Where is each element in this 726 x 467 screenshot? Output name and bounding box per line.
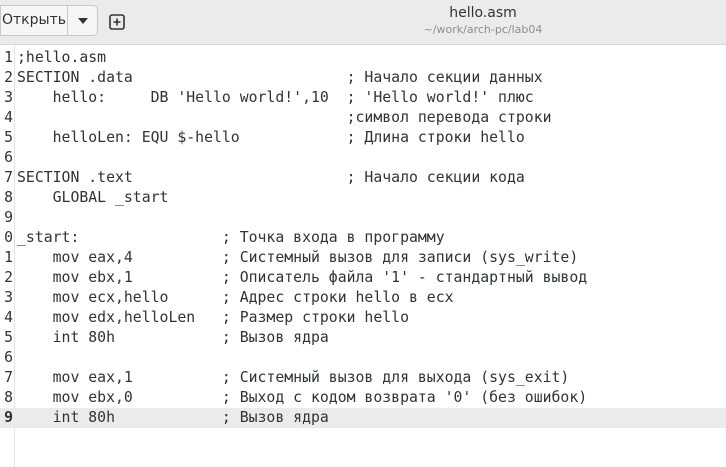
line-number: 1 <box>4 249 13 266</box>
code-line[interactable]: 9 <box>0 208 726 228</box>
line-text: mov ebx,1 ; Описатель файла '1' - станда… <box>17 269 588 286</box>
code-line[interactable]: 7 mov eax,1 ; Системный вызов для выхода… <box>0 368 726 388</box>
line-number: 5 <box>4 329 13 346</box>
open-button[interactable]: Открыть <box>1 6 68 35</box>
line-number: 7 <box>4 169 13 186</box>
code-line[interactable]: 8 mov ebx,0 ; Выход с кодом возврата '0'… <box>0 388 726 408</box>
line-text: mov eax,4 ; Системный вызов для записи (… <box>17 249 579 266</box>
line-number: 1 <box>4 49 13 66</box>
open-dropdown-button[interactable] <box>68 6 97 35</box>
line-number: 3 <box>4 289 13 306</box>
code-line[interactable]: 2 mov ebx,1 ; Описатель файла '1' - стан… <box>0 268 726 288</box>
line-text: mov ecx,hello ; Адрес строки hello в ecx <box>17 289 454 306</box>
code-line[interactable]: 5 int 80h ; Вызов ядра <box>0 328 726 348</box>
code-line[interactable]: 3 mov ecx,hello ; Адрес строки hello в e… <box>0 288 726 308</box>
line-number: 6 <box>4 149 13 166</box>
line-text: GLOBAL _start <box>17 189 169 206</box>
line-number: 8 <box>4 389 13 406</box>
code-line[interactable]: 6 <box>0 348 726 368</box>
line-text: int 80h ; Вызов ядра <box>17 329 329 346</box>
line-number: 9 <box>4 409 13 426</box>
code-line[interactable]: 2 SECTION .data ; Начало секции данных <box>0 68 726 88</box>
line-number: 4 <box>4 109 13 126</box>
line-number: 6 <box>4 349 13 366</box>
new-tab-button[interactable] <box>106 11 128 33</box>
header-bar: Открыть hello.asm ~/work/arch-pc/lab04 <box>0 0 726 45</box>
code-line[interactable]: 4 mov edx,helloLen ; Размер строки hello <box>0 308 726 328</box>
code-line[interactable]: 4 ;символ перевода строки <box>0 108 726 128</box>
document-title: hello.asm <box>449 5 517 21</box>
line-text: _start: ; Точка входа в программу <box>17 229 445 246</box>
line-text: SECTION .text ; Начало секции кода <box>17 169 525 186</box>
line-number: 8 <box>4 189 13 206</box>
chevron-down-icon <box>77 17 88 24</box>
line-number: 0 <box>4 229 13 246</box>
document-path: ~/work/arch-pc/lab04 <box>423 23 543 36</box>
line-number: 4 <box>4 309 13 326</box>
new-tab-icon <box>109 14 125 30</box>
line-text: SECTION .data ; Начало секции данных <box>17 69 543 86</box>
line-text: ;символ перевода строки <box>17 109 552 126</box>
line-number: 7 <box>4 369 13 386</box>
line-number: 5 <box>4 129 13 146</box>
code-line[interactable]: 9 int 80h ; Вызов ядра <box>0 408 726 428</box>
line-number: 2 <box>4 269 13 286</box>
code-line[interactable]: 3 hello: DB 'Hello world!',10 ; 'Hello w… <box>0 88 726 108</box>
line-text: mov ebx,0 ; Выход с кодом возврата '0' (… <box>17 389 588 406</box>
code-line[interactable]: 0 _start: ; Точка входа в программу <box>0 228 726 248</box>
code-line[interactable]: 7 SECTION .text ; Начало секции кода <box>0 168 726 188</box>
code-line[interactable]: 1 ;hello.asm <box>0 48 726 68</box>
line-number: 9 <box>4 209 13 226</box>
line-text: hello: DB 'Hello world!',10 ; 'Hello wor… <box>17 89 534 106</box>
code-line[interactable]: 1 mov eax,4 ; Системный вызов для записи… <box>0 248 726 268</box>
line-text: mov edx,helloLen ; Размер строки hello <box>17 309 409 326</box>
open-button-group: Открыть <box>0 5 98 36</box>
line-text: mov eax,1 ; Системный вызов для выхода (… <box>17 369 570 386</box>
window-title: hello.asm ~/work/arch-pc/lab04 <box>383 5 583 38</box>
line-text: int 80h ; Вызов ядра <box>17 409 329 426</box>
text-editor[interactable]: 1 ;hello.asm 2 SECTION .data ; Начало секци… <box>0 45 726 467</box>
code-line[interactable]: 5 helloLen: EQU $-hello ; Длина строки h… <box>0 128 726 148</box>
code-line[interactable]: 8 GLOBAL _start <box>0 188 726 208</box>
code-lines: 1 ;hello.asm 2 SECTION .data ; Начало секци… <box>0 48 726 428</box>
line-number: 3 <box>4 89 13 106</box>
line-number: 2 <box>4 69 13 86</box>
line-text: helloLen: EQU $-hello ; Длина строки hel… <box>17 129 525 146</box>
line-text: ;hello.asm <box>17 49 107 66</box>
code-line[interactable]: 6 <box>0 148 726 168</box>
